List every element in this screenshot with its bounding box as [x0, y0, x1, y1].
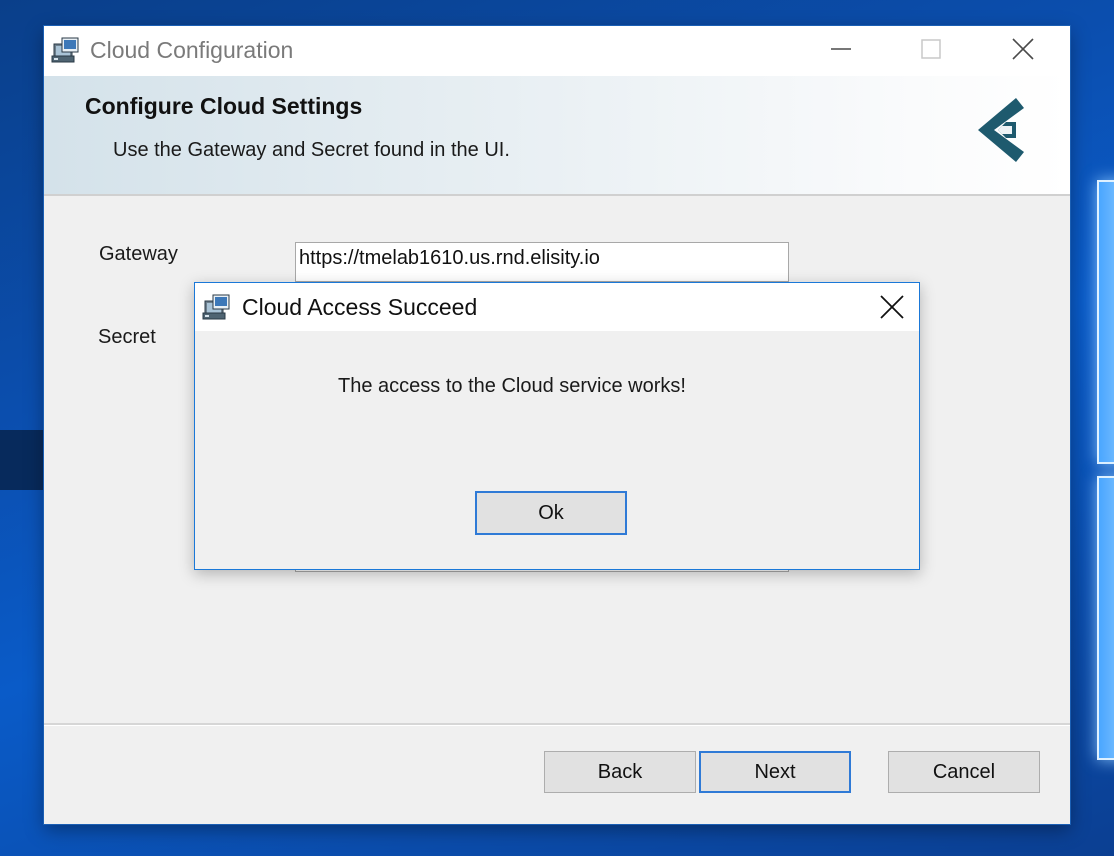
dialog-close-button[interactable]	[865, 283, 919, 329]
secret-label: Secret	[98, 326, 156, 348]
footer-divider	[44, 723, 1070, 726]
page-subtitle: Use the Gateway and Secret found in the …	[113, 139, 510, 161]
minimize-button[interactable]	[796, 26, 886, 72]
maximize-button[interactable]	[886, 26, 976, 72]
dialog-titlebar: Cloud Access Succeed	[195, 283, 919, 331]
elisity-logo	[972, 96, 1028, 168]
gateway-input[interactable]: https://tmelab1610.us.rnd.elisity.io	[295, 242, 789, 282]
gateway-label: Gateway	[99, 243, 178, 265]
installer-package-icon	[201, 291, 233, 323]
page-title: Configure Cloud Settings	[85, 93, 363, 119]
maximize-icon	[921, 39, 941, 59]
close-button[interactable]	[978, 26, 1068, 72]
ok-button[interactable]: Ok	[475, 491, 627, 535]
minimize-icon	[831, 48, 851, 50]
header-banner: Configure Cloud Settings Use the Gateway…	[44, 76, 1070, 196]
dialog-message: The access to the Cloud service works!	[338, 375, 686, 397]
installer-package-icon	[50, 34, 82, 66]
close-icon	[1012, 38, 1034, 60]
back-button[interactable]: Back	[544, 751, 696, 793]
cancel-button[interactable]: Cancel	[888, 751, 1040, 793]
window-title: Cloud Configuration	[90, 37, 294, 63]
message-dialog: Cloud Access Succeed The access to the C…	[194, 282, 920, 570]
windows-logo-glow	[1075, 180, 1114, 760]
next-button[interactable]: Next	[699, 751, 851, 793]
close-icon	[880, 295, 904, 319]
dialog-title: Cloud Access Succeed	[242, 294, 478, 320]
window-titlebar: Cloud Configuration	[44, 26, 1070, 76]
desktop-shadow	[0, 430, 46, 490]
